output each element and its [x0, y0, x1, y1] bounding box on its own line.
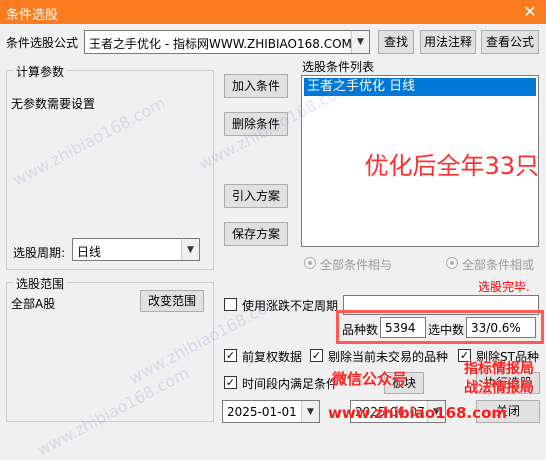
formula-value: 王者之手优化 - 指标网WWW.ZHIBIAO168.COM	[89, 37, 352, 51]
radio-and[interactable]	[304, 257, 316, 269]
use-period-checkbox[interactable]	[224, 298, 237, 311]
formula-select[interactable]: 王者之手优化 - 指标网WWW.ZHIBIAO168.COM ▼	[84, 30, 370, 54]
period-label: 选股周期:	[13, 246, 66, 260]
overlay-site: www.zhibiao168.com	[328, 404, 508, 422]
radio-and-label: 全部条件相与	[320, 258, 393, 272]
time-range-label: 时间段内满足条件	[242, 377, 339, 391]
delete-condition-button[interactable]: 删除条件	[224, 112, 288, 136]
period-select[interactable]: 日线 ▼	[72, 238, 200, 261]
chevron-down-icon[interactable]: ▼	[351, 31, 369, 53]
start-date-value: 2025-01-01	[227, 405, 297, 419]
overlay-wechat: 微信公众号	[332, 370, 408, 388]
pre-adjust-checkbox[interactable]: ✓	[224, 349, 237, 362]
period-value: 日线	[77, 245, 102, 259]
range-value: 全部A股	[11, 297, 56, 311]
use-period-label: 使用涨跌不定周期	[242, 299, 339, 313]
pre-adjust-label: 前复权数据	[242, 350, 303, 364]
range-legend: 选股范围	[13, 275, 68, 292]
title-bar: 条件选股 ✕	[0, 0, 546, 24]
condition-item[interactable]: 王者之手优化 日线	[304, 78, 536, 96]
close-icon[interactable]: ✕	[520, 2, 540, 22]
find-button[interactable]: 查找	[378, 30, 414, 54]
radio-or[interactable]	[446, 257, 458, 269]
time-range-checkbox[interactable]: ✓	[224, 376, 237, 389]
params-text: 无参数需要设置	[11, 97, 96, 111]
overlay-line1: 指标情报局	[464, 361, 534, 377]
exclude-untraded-checkbox[interactable]: ✓	[310, 349, 323, 362]
formula-label: 条件选股公式	[6, 36, 79, 50]
chevron-down-icon[interactable]: ▼	[181, 239, 199, 260]
start-date-picker[interactable]: 2025-01-01 ▼	[222, 400, 320, 423]
condition-list[interactable]: 王者之手优化 日线 优化后全年33只	[301, 75, 539, 247]
save-scheme-button[interactable]: 保存方案	[224, 222, 288, 246]
overlay-text: 优化后全年33只	[364, 152, 539, 180]
import-scheme-button[interactable]: 引入方案	[224, 184, 288, 208]
chevron-down-icon[interactable]: ▼	[301, 401, 319, 422]
condition-list-label: 选股条件列表	[302, 60, 375, 74]
view-formula-button[interactable]: 查看公式	[481, 30, 539, 54]
usage-button[interactable]: 用法注释	[420, 30, 476, 54]
status-done: 选股完毕.	[478, 280, 530, 294]
change-range-button[interactable]: 改变范围	[140, 290, 204, 312]
exclude-untraded-label: 剔除当前未交易的品种	[328, 350, 449, 364]
add-condition-button[interactable]: 加入条件	[224, 74, 288, 98]
window-title: 条件选股	[6, 8, 59, 23]
params-legend: 计算参数	[13, 63, 68, 80]
highlight-box	[336, 310, 544, 344]
radio-or-label: 全部条件相或	[462, 258, 535, 272]
overlay-line2: 战法情报局	[464, 380, 534, 396]
